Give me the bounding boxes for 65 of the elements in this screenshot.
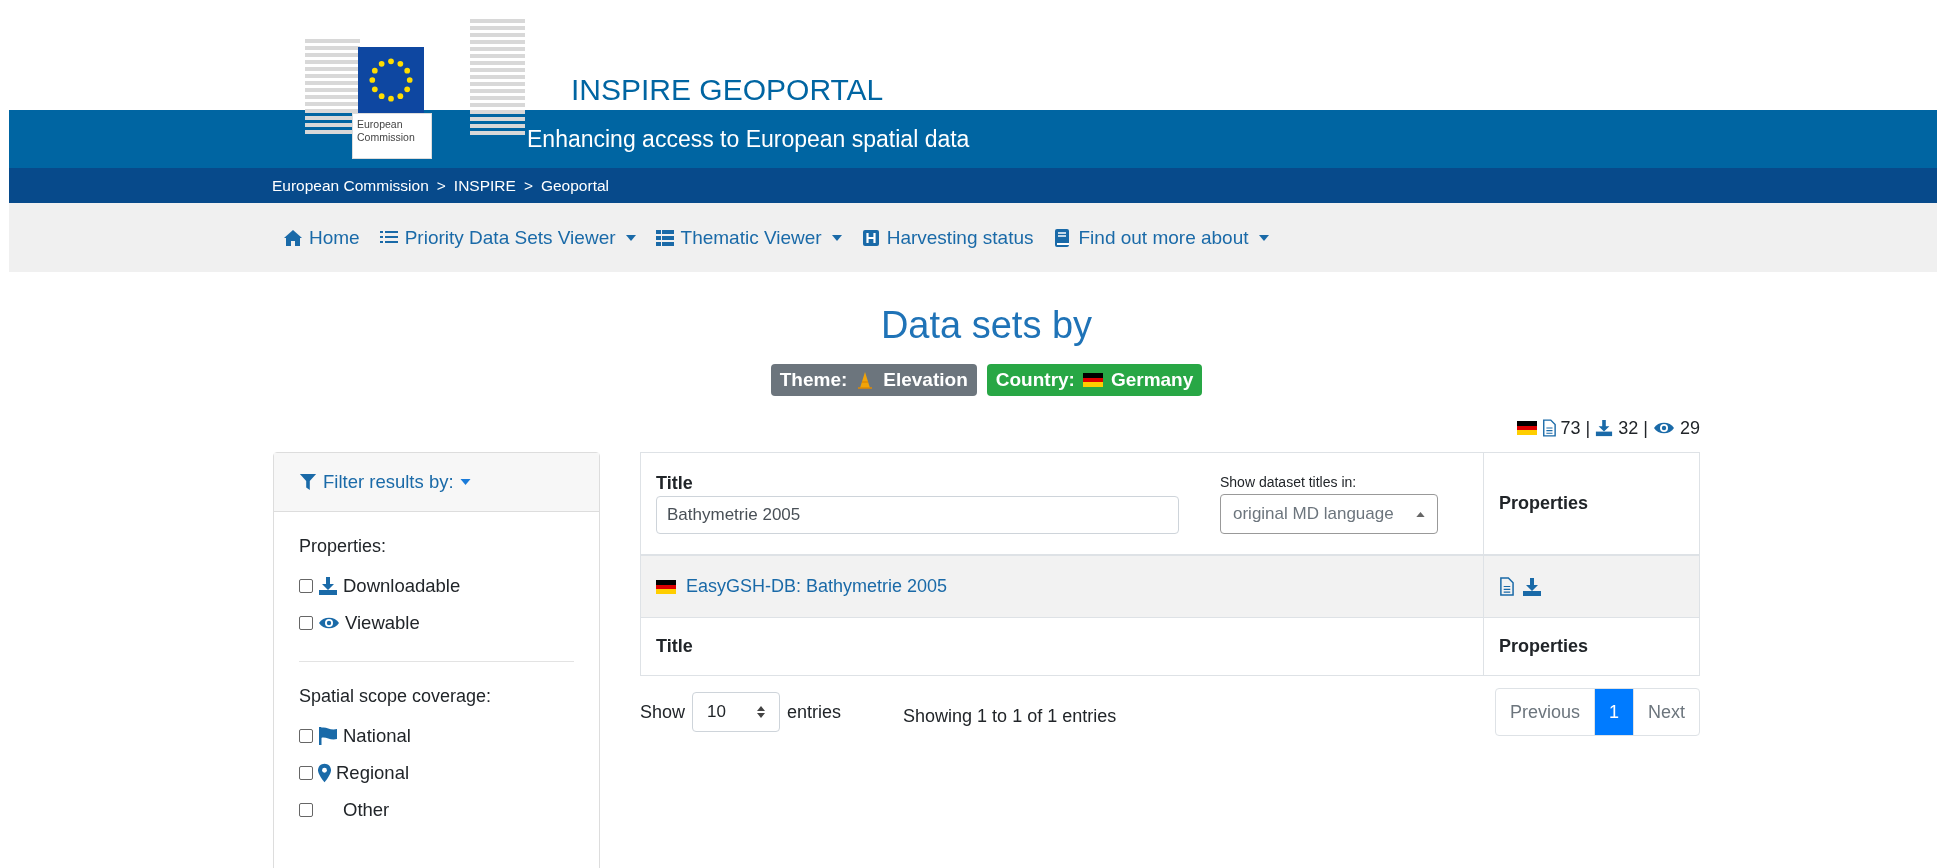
- column-header: Properties: [1499, 493, 1590, 514]
- filter-icon: [299, 472, 317, 492]
- checkbox[interactable]: [299, 578, 313, 593]
- count-separator: |: [1643, 417, 1648, 439]
- map-pin-icon: [318, 762, 331, 783]
- breadcrumb-link[interactable]: Geoportal: [540, 176, 609, 195]
- h-square-icon: [860, 227, 881, 248]
- logo-text: European Commission: [352, 113, 432, 159]
- grid-list-icon: [654, 227, 675, 248]
- breadcrumb-separator: >: [523, 176, 533, 195]
- flag-icon: [318, 725, 338, 746]
- column-footer: Title: [656, 636, 1468, 657]
- column-footer: Properties: [1499, 636, 1684, 657]
- filter-badge: Theme: Elevation: [770, 364, 977, 396]
- document-icon: [1541, 419, 1556, 437]
- breadcrumb-link[interactable]: European Commission: [272, 176, 429, 195]
- checkbox[interactable]: [299, 802, 313, 817]
- nav-menu-item[interactable]: Home: [283, 226, 360, 249]
- checkbox[interactable]: [299, 728, 313, 743]
- nav-menu-item[interactable]: Harvesting status: [860, 226, 1034, 249]
- count-separator: |: [1585, 417, 1591, 439]
- count-value: 29: [1679, 417, 1700, 439]
- filter-badge: Country: Germany: [986, 364, 1203, 396]
- filter-option-label: Viewable: [345, 611, 420, 634]
- filter-dropdown[interactable]: Filter results by:: [299, 471, 471, 493]
- breadcrumb-link[interactable]: INSPIRE: [453, 176, 516, 195]
- home-icon: [283, 227, 303, 248]
- eye-icon: [318, 615, 340, 630]
- page-title: Data sets by: [879, 303, 1094, 348]
- page-length-select[interactable]: 10: [692, 692, 781, 732]
- site-tagline: Enhancing access to European spatial data: [527, 126, 970, 152]
- checkbox[interactable]: [299, 615, 313, 630]
- german-flag-icon: [656, 579, 676, 594]
- download-icon: [318, 575, 338, 596]
- eye-icon: [1652, 421, 1675, 435]
- count-value: 73: [1560, 417, 1581, 439]
- pagination-button[interactable]: 1: [1593, 689, 1633, 735]
- filter-option-label: National: [343, 724, 411, 747]
- german-flag-icon: [1516, 421, 1537, 435]
- filter-option-label: Downloadable: [343, 574, 461, 597]
- language-select[interactable]: original MD language: [1220, 494, 1438, 534]
- title-search-field[interactable]: Bathymetrie 2005: [656, 496, 1179, 534]
- breadcrumb-separator: >: [436, 176, 446, 195]
- site-title: INSPIRE GEOPORTAL: [571, 73, 884, 107]
- filter-group-heading: Properties:: [299, 536, 388, 557]
- count-value: 32: [1618, 417, 1639, 439]
- nav-menu-item[interactable]: Find out more about: [1052, 226, 1269, 249]
- length-label: entries: [787, 701, 842, 723]
- table-info: Showing 1 to 1 of 1 entries: [903, 705, 1117, 727]
- nav-menu-item[interactable]: Thematic Viewer: [654, 226, 842, 249]
- caret-icon: [1416, 511, 1425, 517]
- spinner-arrows-icon: [757, 706, 766, 718]
- nav-menu-item[interactable]: Priority Data Sets Viewer: [378, 226, 636, 249]
- language-label: Show dataset titles in:: [1220, 474, 1358, 490]
- checkbox[interactable]: [299, 765, 313, 780]
- document-icon[interactable]: [1499, 577, 1514, 596]
- filter-group-heading: Spatial scope coverage:: [299, 686, 493, 707]
- filter-option-label: Other: [343, 798, 390, 821]
- download-icon: [1595, 419, 1614, 437]
- filter-option-label: Regional: [336, 761, 410, 784]
- caret-icon: [459, 479, 471, 485]
- dataset-link[interactable]: EasyGSH-DB: Bathymetrie 2005: [686, 576, 948, 597]
- column-header: Title: [656, 473, 694, 494]
- download-icon[interactable]: [1522, 576, 1542, 597]
- length-label: Show: [640, 701, 686, 723]
